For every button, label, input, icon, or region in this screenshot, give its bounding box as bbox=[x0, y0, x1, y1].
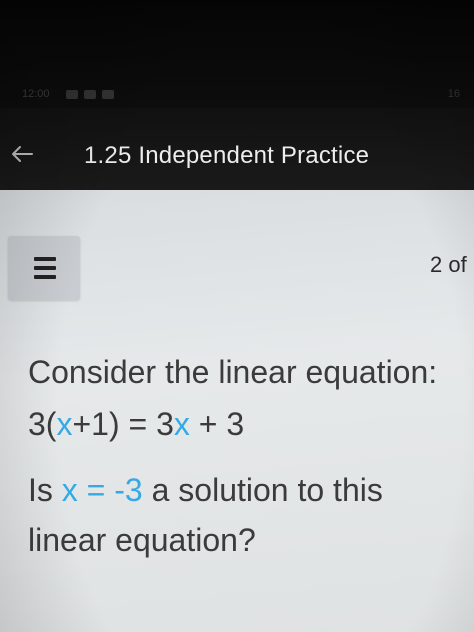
screen: 12:00 16 1.25 Independent Practice 2 of … bbox=[0, 0, 474, 632]
page-title: 1.25 Independent Practice bbox=[84, 142, 370, 169]
notification-icon bbox=[66, 90, 78, 99]
status-time: 12:00 bbox=[22, 88, 50, 100]
status-bar: 12:00 16 bbox=[0, 0, 474, 108]
linear-equation: 3(x+1) = 3x + 3 bbox=[28, 406, 244, 443]
question-text: a solution to this bbox=[142, 472, 383, 508]
notification-icon bbox=[102, 90, 114, 99]
question-prompt: Consider the linear equation: bbox=[28, 354, 438, 390]
question-text: Is bbox=[28, 472, 62, 508]
notification-icon bbox=[84, 90, 96, 99]
question-variable-expression: x = -3 bbox=[61, 472, 143, 508]
menu-button[interactable] bbox=[8, 236, 80, 300]
hamburger-menu-icon bbox=[34, 257, 56, 261]
question-line-2: linear equation? bbox=[28, 522, 256, 558]
equation-text: +1) = 3 bbox=[72, 406, 174, 442]
hamburger-menu-icon bbox=[34, 266, 56, 270]
page-counter: 2 of bbox=[430, 252, 467, 277]
equation-text: 3( bbox=[28, 406, 57, 442]
status-right: 16 bbox=[447, 88, 460, 100]
status-notification-icons bbox=[66, 90, 114, 99]
equation-variable: x bbox=[173, 406, 190, 442]
arrow-left-icon[interactable] bbox=[10, 144, 38, 164]
question-content: 2 of Consider the linear equation: 3(x+1… bbox=[0, 190, 474, 632]
hamburger-menu-icon bbox=[34, 275, 56, 279]
question-line-1: Is x = -3 a solution to this bbox=[28, 472, 383, 509]
equation-variable: x bbox=[56, 406, 73, 442]
app-bar: 1.25 Independent Practice bbox=[0, 108, 474, 190]
equation-text: + 3 bbox=[189, 406, 245, 442]
